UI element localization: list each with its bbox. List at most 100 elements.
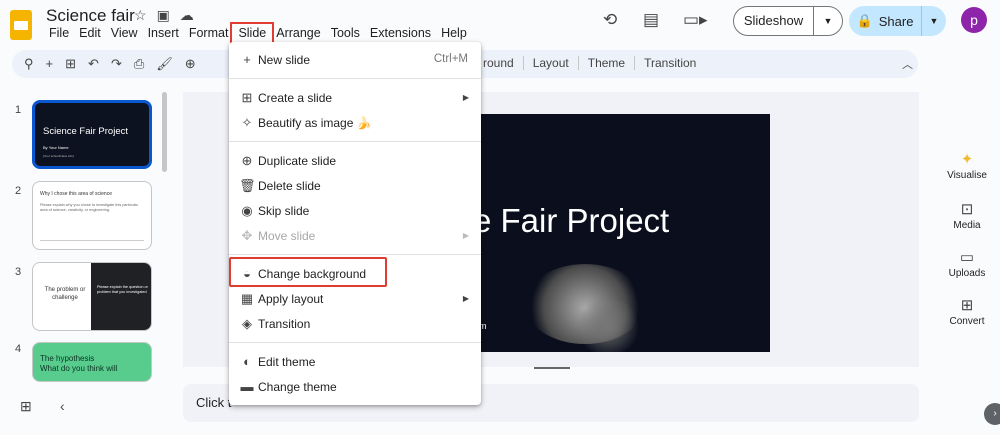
collapse-toolbar-icon[interactable]: ︿: [902, 56, 913, 72]
slide-title[interactable]: e Fair Project: [473, 202, 669, 240]
slide-thumbnail-3[interactable]: The problem or challenge Please explain …: [32, 262, 152, 331]
menu-slide[interactable]: Slide: [230, 22, 275, 44]
media-label: Media: [953, 220, 981, 231]
menu-item-label: Apply layout: [258, 292, 324, 306]
menu-item-delete-slide[interactable]: 🗑 Delete slide: [229, 174, 481, 198]
folder-move-icon[interactable]: ▣: [157, 7, 170, 24]
paint-format-icon[interactable]: 🖌: [156, 56, 173, 72]
slide-number: 3: [15, 266, 22, 278]
slideshow-label[interactable]: Slideshow: [734, 7, 814, 35]
share-button[interactable]: 🔒 Share ▼: [849, 6, 946, 36]
menu-help[interactable]: Help: [436, 25, 472, 41]
menu-divider: [229, 342, 481, 343]
document-title[interactable]: Science fair: [46, 6, 135, 26]
menu-item-label: Move slide: [258, 229, 316, 243]
filmstrip: 1 Science Fair Project By Your Name [You…: [0, 92, 165, 382]
layout-button[interactable]: Layout: [522, 56, 578, 70]
background-button[interactable]: round: [474, 56, 523, 70]
history-icon[interactable]: ⟲: [603, 10, 617, 30]
menu-shortcut: Ctrl+M: [433, 53, 468, 65]
thumb-subtitle: By Your Name: [43, 145, 69, 150]
toolbar-icons: ⚲ + ⊞ ↶ ↷ ⎙ 🖌 ⊕: [24, 56, 196, 72]
visualise-button[interactable]: ✦ Visualise: [940, 150, 994, 181]
menu-item-duplicate-slide[interactable]: ⊕ Duplicate slide: [229, 149, 481, 173]
thumb-title: The hypothesis: [40, 354, 95, 363]
uploads-button[interactable]: ▭ Uploads: [940, 248, 994, 279]
magic-wand-icon: ✧: [241, 115, 253, 130]
menu-item-label: New slide: [258, 53, 311, 67]
thumb-title: The problem or challenge: [44, 287, 86, 301]
menu-bar: File Edit View Insert Format Slide Arran…: [44, 22, 472, 44]
filmstrip-scrollbar[interactable]: [162, 92, 167, 172]
slide-thumbnail-1[interactable]: Science Fair Project By Your Name [Your …: [32, 100, 152, 169]
cloud-status-icon[interactable]: ☁: [180, 7, 194, 24]
menu-tools[interactable]: Tools: [326, 25, 365, 41]
trash-icon: 🗑: [239, 178, 256, 193]
menu-edit[interactable]: Edit: [74, 25, 106, 41]
chevron-down-icon[interactable]: ▼: [814, 16, 842, 26]
menu-file[interactable]: File: [44, 25, 74, 41]
menu-extensions[interactable]: Extensions: [365, 25, 436, 41]
thumb-body: Please explain the question or problem t…: [97, 285, 148, 294]
canvas-scrollbar[interactable]: [534, 367, 570, 369]
menu-item-transition[interactable]: ◈ Transition: [229, 312, 481, 336]
title-icons: ☆ ▣ ☁: [134, 7, 194, 24]
menu-item-create-slide[interactable]: ⊞ Create a slide ▶: [229, 86, 481, 110]
theme-button[interactable]: Theme: [577, 56, 634, 70]
menu-divider: [229, 141, 481, 142]
grid-view-icon[interactable]: ⊞: [20, 398, 32, 415]
menu-arrange[interactable]: Arrange: [271, 25, 325, 41]
media-button[interactable]: ⊡ Media: [940, 200, 994, 231]
undo-icon[interactable]: ↶: [88, 56, 99, 72]
search-icon[interactable]: ⚲: [24, 56, 34, 72]
thumb-title: Science Fair Project: [43, 126, 129, 137]
slide-thumbnail-4[interactable]: The hypothesis What do you think will: [32, 342, 152, 382]
new-slide-dropdown-icon[interactable]: ⊞: [65, 56, 76, 72]
thumb-subtitle: What do you think will: [40, 364, 118, 374]
slide-number: 4: [15, 343, 22, 355]
menu-item-beautify[interactable]: ✧ Beautify as image 🍌: [229, 111, 481, 135]
collapse-filmstrip-icon[interactable]: ‹: [60, 398, 65, 414]
zoom-icon[interactable]: ⊕: [185, 56, 196, 72]
current-slide[interactable]: e Fair Project m: [453, 114, 770, 352]
slideshow-button[interactable]: Slideshow ▼: [733, 6, 843, 36]
slides-logo-icon[interactable]: [10, 10, 32, 40]
menu-item-label: Edit theme: [258, 355, 316, 369]
slide-thumbnail-2[interactable]: Why I chose this area of science Please …: [32, 181, 152, 250]
submenu-arrow-icon: ▶: [462, 93, 469, 102]
chevron-down-icon[interactable]: ▼: [922, 16, 946, 26]
expand-side-panel-icon[interactable]: ›: [984, 403, 1000, 425]
avatar[interactable]: p: [961, 7, 987, 33]
uploads-label: Uploads: [948, 268, 986, 279]
media-icon: ⊡: [960, 201, 974, 218]
star-icon[interactable]: ☆: [134, 7, 147, 24]
comments-icon[interactable]: ▤: [643, 10, 659, 30]
menu-item-apply-layout[interactable]: ▦ Apply layout ▶: [229, 287, 481, 311]
meet-icon[interactable]: ▭▸: [683, 10, 708, 30]
transition-icon: ◈: [242, 316, 252, 331]
menu-insert[interactable]: Insert: [143, 25, 184, 41]
redo-icon[interactable]: ↷: [111, 56, 122, 72]
slide-menu-dropdown: + New slide Ctrl+M ⊞ Create a slide ▶ ✧ …: [229, 42, 481, 405]
menu-item-skip-slide[interactable]: ◉ Skip slide: [229, 199, 481, 223]
eye-icon: ◉: [241, 203, 253, 218]
slide-number: 2: [15, 185, 22, 197]
share-main[interactable]: 🔒 Share: [849, 6, 922, 36]
menu-item-change-theme[interactable]: ▬ Change theme: [229, 375, 481, 399]
toolbar-text-buttons: round Layout Theme Transition: [474, 56, 705, 70]
sparkle-icon: ✦: [960, 151, 974, 168]
menu-item-edit-theme[interactable]: ◐ Edit theme: [229, 350, 481, 374]
menu-item-new-slide[interactable]: + New slide Ctrl+M: [229, 48, 481, 72]
divider: [40, 240, 144, 241]
print-icon[interactable]: ⎙: [134, 56, 144, 72]
menu-item-label: Change theme: [258, 380, 337, 394]
lock-icon: 🔒: [856, 13, 873, 28]
slides-editor: Science fair ☆ ▣ ☁ File Edit View Insert…: [0, 0, 1000, 435]
new-slide-icon[interactable]: +: [46, 56, 54, 72]
plus-icon: +: [243, 52, 251, 67]
menu-item-label: Duplicate slide: [258, 154, 337, 168]
transition-button[interactable]: Transition: [634, 56, 705, 70]
menu-view[interactable]: View: [106, 25, 143, 41]
menu-format[interactable]: Format: [184, 25, 234, 41]
convert-button[interactable]: ⊞ Convert: [940, 296, 994, 327]
